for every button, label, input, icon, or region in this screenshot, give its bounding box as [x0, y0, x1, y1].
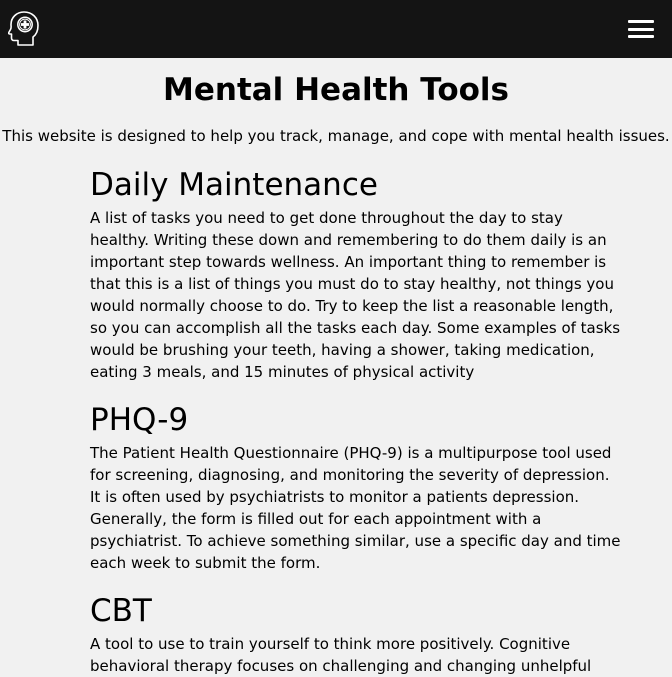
section-description: A tool to use to train yourself to think… [90, 633, 592, 677]
description-line: behavioral therapy focuses on challengin… [90, 657, 592, 675]
menu-bar [628, 27, 654, 31]
head-with-medical-cross-icon[interactable] [8, 10, 40, 46]
intro-text: This website is designed to help you tra… [2, 127, 670, 145]
page-title: Mental Health Tools [163, 72, 509, 108]
description-line: would normally choose to do. Try to keep… [90, 297, 614, 315]
menu-bar [628, 20, 654, 23]
menu-bar [628, 35, 654, 38]
description-line: that this is a list of things you must d… [90, 275, 614, 293]
section-cbt: CBT A tool to use to train yourself to t… [90, 593, 592, 677]
section-heading: PHQ-9 [90, 402, 189, 438]
description-line: each week to submit the form. [90, 554, 321, 572]
description-line: It is often used by psychiatrists to mon… [90, 488, 580, 506]
section-description: The Patient Health Questionnaire (PHQ-9)… [90, 442, 621, 574]
description-line: for screening, diagnosing, and monitorin… [90, 466, 610, 484]
top-navbar [0, 0, 672, 58]
section-heading: Daily Maintenance [90, 167, 378, 203]
description-line: so you can accomplish all the tasks each… [90, 319, 621, 337]
section-heading: CBT [90, 593, 152, 629]
description-line: The Patient Health Questionnaire (PHQ-9)… [90, 444, 612, 462]
description-line: Generally, the form is filled out for ea… [90, 510, 542, 528]
hamburger-menu-icon[interactable] [628, 19, 654, 39]
description-line: psychiatrist. To achieve something simil… [90, 532, 621, 550]
description-line: A list of tasks you need to get done thr… [90, 209, 563, 227]
description-line: healthy. Writing these down and remember… [90, 231, 607, 249]
section-description: A list of tasks you need to get done thr… [90, 207, 621, 383]
section-daily-maintenance: Daily Maintenance A list of tasks you ne… [90, 167, 621, 383]
description-line: important step towards wellness. An impo… [90, 253, 607, 271]
logo-svg [8, 11, 39, 46]
section-phq-9: PHQ-9 The Patient Health Questionnaire (… [90, 402, 621, 574]
description-line: would be brushing your teeth, having a s… [90, 341, 595, 359]
description-line: eating 3 meals, and 15 minutes of physic… [90, 363, 475, 381]
description-line: A tool to use to train yourself to think… [90, 635, 571, 653]
